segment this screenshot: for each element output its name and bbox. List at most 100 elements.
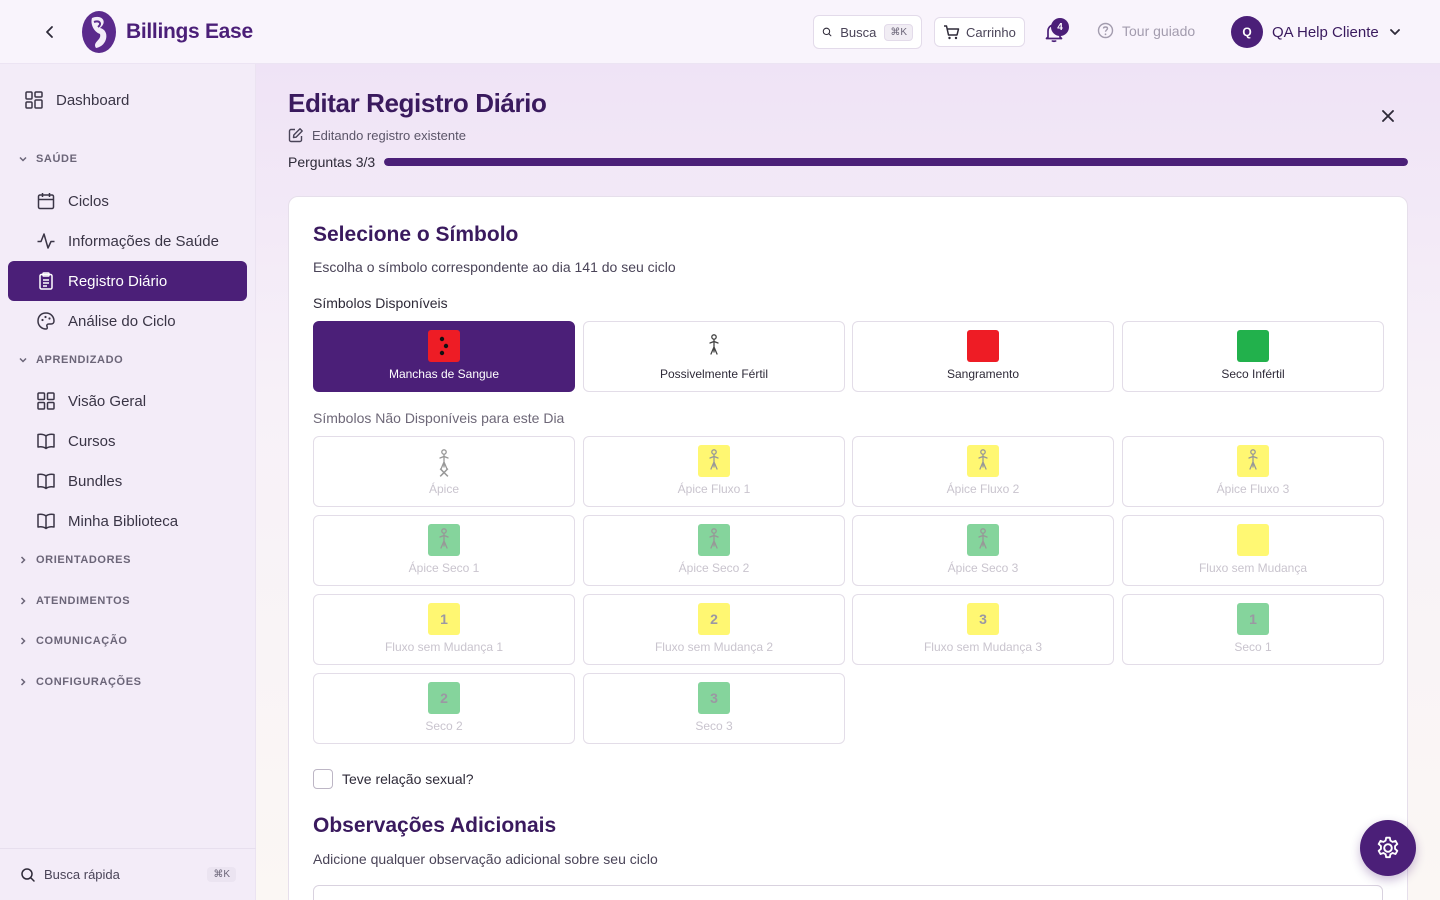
- close-button[interactable]: [1376, 104, 1400, 128]
- search-icon: [21, 867, 35, 882]
- gear-icon: [1377, 836, 1399, 859]
- sidebar-item-dashboard[interactable]: Dashboard: [14, 80, 129, 120]
- available-symbols-label: Símbolos Disponíveis: [313, 295, 448, 311]
- dry-2-icon: 2: [428, 682, 460, 714]
- symbol-glyph: 2: [440, 690, 448, 706]
- quick-search-button[interactable]: Busca rápida ⌘K: [0, 848, 256, 900]
- symbol-label: Ápice Fluxo 3: [1216, 482, 1290, 496]
- peak-dry-1-icon: [428, 524, 460, 556]
- page-subtitle-text: Editando registro existente: [312, 127, 466, 143]
- peak-flow-3-icon: [1237, 445, 1269, 477]
- user-name: QA Help Cliente: [1272, 23, 1379, 41]
- symbol-option: ✕ Ápice: [313, 436, 575, 507]
- symbol-label: Seco 1: [1234, 640, 1272, 654]
- sidebar-item-cursos[interactable]: Cursos: [26, 421, 247, 461]
- symbol-option: Ápice Seco 3: [852, 515, 1114, 586]
- bleeding-icon: [967, 330, 999, 362]
- flow-no-change-3-icon: 3: [967, 603, 999, 635]
- search-shortcut: ⌘K: [884, 23, 913, 41]
- section-label: CONFIGURAÇÕES: [36, 676, 142, 688]
- symbol-glyph: 3: [979, 611, 987, 627]
- symbol-label: Sangramento: [946, 367, 1020, 381]
- palette-icon: [37, 312, 55, 330]
- checkbox-label: Teve relação sexual?: [342, 771, 474, 787]
- symbol-label: Fluxo sem Mudança: [1198, 561, 1308, 575]
- observations-subtitle: Adicione qualquer observação adicional s…: [313, 851, 658, 867]
- peak-x-mark: ✕: [437, 465, 451, 482]
- sidebar-item-label: Minha Biblioteca: [68, 512, 179, 530]
- settings-fab[interactable]: [1360, 820, 1416, 876]
- sidebar-item-ciclos[interactable]: Ciclos: [26, 181, 247, 221]
- symbol-option: Ápice Fluxo 1: [583, 436, 845, 507]
- back-button[interactable]: [38, 20, 62, 44]
- cart-button[interactable]: Carrinho: [934, 17, 1025, 47]
- chevron-left-icon: [46, 26, 53, 38]
- symbol-label: Ápice Fluxo 1: [677, 482, 751, 496]
- section-label: SAÚDE: [36, 153, 78, 165]
- sidebar-item-label: Cursos: [68, 432, 116, 450]
- sidebar-item-label: Dashboard: [56, 91, 130, 109]
- symbol-label: Ápice Seco 3: [947, 561, 1019, 575]
- symbol-option: 3 Seco 3: [583, 673, 845, 744]
- sidebar-item-bundles[interactable]: Bundles: [26, 461, 247, 501]
- main-content: Editar Registro Diário Editando registro…: [256, 64, 1440, 900]
- section-atendimentos[interactable]: ATENDIMENTOS: [18, 595, 130, 607]
- observations-title: Observações Adicionais: [313, 814, 557, 837]
- section-orientadores[interactable]: ORIENTADORES: [18, 554, 131, 566]
- quick-search-shortcut: ⌘K: [207, 867, 236, 882]
- section-saude[interactable]: SAÚDE: [18, 153, 78, 165]
- symbol-card-subtitle: Escolha o símbolo correspondente ao dia …: [313, 259, 676, 275]
- symbol-card: Selecione o Símbolo Escolha o símbolo co…: [288, 196, 1408, 900]
- symbol-option[interactable]: Seco Infértil: [1122, 321, 1384, 392]
- symbol-option: Ápice Seco 2: [583, 515, 845, 586]
- symbol-option[interactable]: Manchas de Sangue: [313, 321, 575, 392]
- cart-icon: [944, 25, 960, 40]
- sidebar-item-label: Análise do Ciclo: [68, 312, 176, 330]
- dry-1-icon: 1: [1237, 603, 1269, 635]
- section-comunicacao[interactable]: COMUNICAÇÃO: [18, 635, 128, 647]
- symbol-glyph: 1: [1249, 611, 1257, 627]
- tour-button[interactable]: Tour guiado: [1097, 22, 1195, 39]
- sidebar-item-label: Informações de Saúde: [68, 232, 219, 250]
- sidebar-item-informacoes-saude[interactable]: Informações de Saúde: [26, 221, 247, 261]
- user-menu[interactable]: Q QA Help Cliente: [1231, 16, 1402, 48]
- book-open-icon: [37, 513, 55, 530]
- sexual-relation-checkbox[interactable]: [313, 769, 333, 789]
- search-icon: [822, 27, 832, 37]
- grid-icon: [37, 392, 55, 410]
- chevron-down-icon: [19, 357, 27, 363]
- section-label: APRENDIZADO: [36, 354, 124, 366]
- chevron-down-icon: [1389, 29, 1400, 35]
- search-button[interactable]: Busca ⌘K: [813, 15, 922, 49]
- symbol-option[interactable]: Possivelmente Fértil: [583, 321, 845, 392]
- symbol-label: Fluxo sem Mudança 1: [384, 640, 504, 654]
- section-configuracoes[interactable]: CONFIGURAÇÕES: [18, 676, 142, 688]
- grid-icon: [25, 91, 43, 109]
- edit-icon: [288, 128, 303, 143]
- tour-label: Tour guiado: [1122, 22, 1196, 39]
- page-title: Editar Registro Diário: [288, 88, 547, 118]
- section-aprendizado[interactable]: APRENDIZADO: [18, 354, 123, 366]
- symbol-option: Ápice Seco 1: [313, 515, 575, 586]
- peak-flow-2-icon: [967, 445, 999, 477]
- symbol-option: 2 Seco 2: [313, 673, 575, 744]
- sidebar-item-minha-biblioteca[interactable]: Minha Biblioteca: [26, 501, 247, 541]
- flow-no-change-icon: [1237, 524, 1269, 556]
- blood-spots-icon: [428, 330, 460, 362]
- symbol-label: Seco Infértil: [1221, 367, 1285, 381]
- sexual-relation-checkbox-row[interactable]: Teve relação sexual?: [313, 769, 474, 789]
- symbol-option[interactable]: Sangramento: [852, 321, 1114, 392]
- sidebar-item-registro-diario[interactable]: Registro Diário: [8, 261, 247, 301]
- sidebar-item-visao-geral[interactable]: Visão Geral: [26, 381, 247, 421]
- flow-no-change-2-icon: 2: [698, 603, 730, 635]
- symbol-card-title: Selecione o Símbolo: [313, 223, 519, 246]
- symbol-label: Ápice Seco 1: [408, 561, 480, 575]
- observations-textarea[interactable]: [313, 885, 1383, 900]
- avatar: Q: [1231, 16, 1263, 48]
- app-logo[interactable]: Billings Ease: [80, 10, 253, 54]
- symbol-glyph: 2: [710, 611, 718, 627]
- sidebar-item-analise-ciclo[interactable]: Análise do Ciclo: [26, 301, 247, 341]
- sidebar-item-label: Bundles: [68, 472, 123, 490]
- chevron-down-icon: [19, 156, 27, 162]
- symbol-label: Seco 3: [695, 719, 733, 733]
